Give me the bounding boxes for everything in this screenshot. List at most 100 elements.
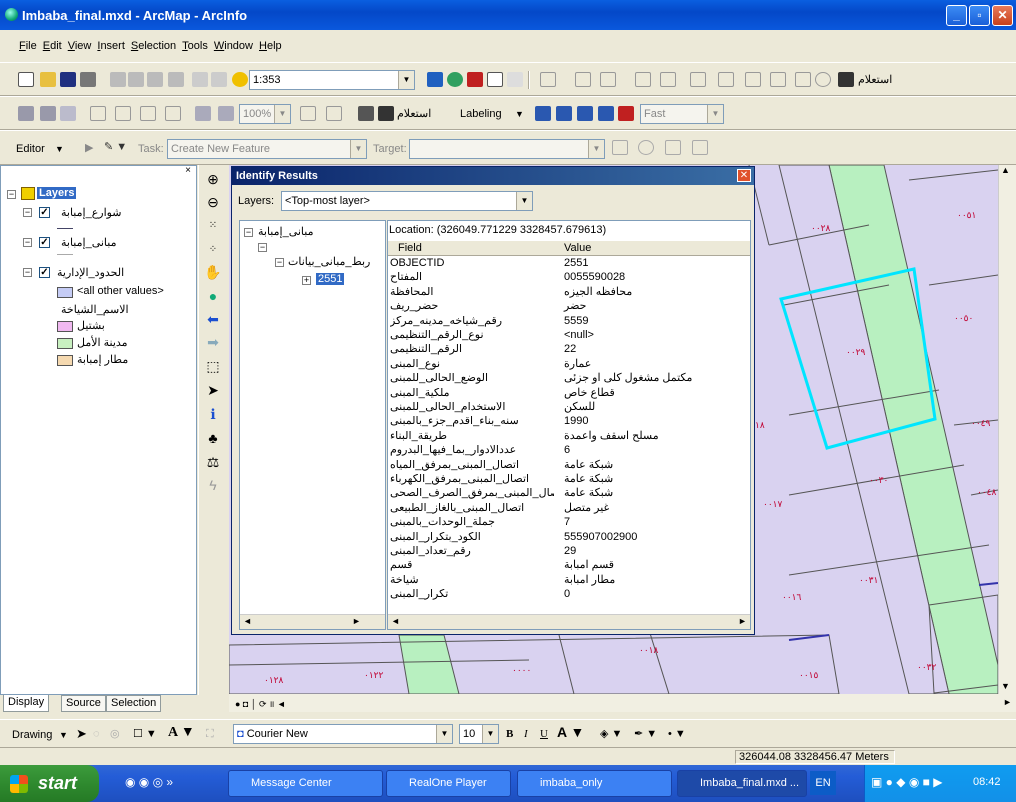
attribute-row[interactable]: شياخة مطار امبابة	[388, 574, 750, 586]
add-data-icon[interactable]	[232, 72, 248, 87]
toc-expander-root[interactable]: −	[7, 190, 16, 199]
tree-expander-join[interactable]: −	[275, 258, 284, 267]
label-weight-icon[interactable]	[577, 106, 593, 121]
menu-view[interactable]: View	[65, 30, 95, 62]
menu-selection[interactable]: Selection	[128, 30, 179, 62]
taskbar-imbaba-only[interactable]: imbaba_only	[517, 770, 672, 797]
target-combo[interactable]: ▼	[409, 139, 605, 159]
split-tool-icon[interactable]	[612, 140, 628, 155]
zoom-out-page-icon[interactable]	[40, 106, 56, 121]
toc-close-icon[interactable]: ×	[179, 165, 197, 177]
label-priority-icon[interactable]	[556, 106, 572, 121]
toggle-draft-icon[interactable]	[300, 106, 316, 121]
paste-icon[interactable]	[147, 72, 163, 87]
rectangle-tool-icon[interactable]: ☐ ▼	[133, 727, 157, 741]
new-text-icon[interactable]: A ▼	[168, 726, 195, 740]
attribute-row[interactable]: الوضع_الحالى_للمبنى مكتمل مشغول كلى او جز…	[388, 373, 750, 384]
menu-tools[interactable]: Tools	[179, 30, 211, 62]
quick-launch-icons[interactable]: ◉ ◉ ◎ »	[125, 775, 173, 789]
copy-icon[interactable]	[128, 72, 144, 87]
vertex-icon[interactable]	[600, 72, 616, 87]
taskbar-realone-player[interactable]: RealOne Player	[386, 770, 511, 797]
dialog-close-icon[interactable]: ✕	[737, 169, 751, 182]
attribute-row[interactable]: رقم_تعداد_المبنى 29	[388, 546, 750, 557]
select-elements-icon[interactable]: ➤	[204, 381, 222, 399]
clip-icon[interactable]	[745, 72, 761, 87]
editor-menu[interactable]: Editor	[16, 142, 45, 156]
query-icon[interactable]	[838, 72, 854, 87]
full-extent-icon[interactable]: ●	[204, 287, 222, 305]
scale-combo[interactable]: 1:353 ▼	[249, 70, 415, 90]
menu-help[interactable]: Help	[256, 30, 285, 62]
merge-icon[interactable]	[690, 72, 706, 87]
attribute-row[interactable]: المفتاح 0055590028	[388, 272, 750, 283]
fill-color-icon[interactable]: ◈ ▼	[600, 727, 622, 741]
back-extent-icon[interactable]: ⬅	[204, 310, 222, 328]
delete-icon[interactable]	[168, 72, 184, 87]
attribute-row[interactable]: الرقم_التنظيمى 22	[388, 344, 750, 355]
topology-icon[interactable]	[540, 72, 556, 87]
bold-button[interactable]: B	[506, 727, 513, 741]
attribute-row[interactable]: عددالادوار_بما_فيها_البدروم 6	[388, 445, 750, 456]
snap-icon[interactable]	[575, 72, 591, 87]
scroll-right-icon[interactable]: ►	[1003, 697, 1012, 707]
layout-icon[interactable]	[358, 106, 374, 121]
open-folder-icon[interactable]	[40, 72, 56, 87]
measure-icon[interactable]: ⚖	[204, 453, 222, 471]
tree-scroll-left-icon[interactable]: ◄	[243, 616, 252, 626]
reshape-icon[interactable]	[635, 72, 651, 87]
font-size-combo[interactable]: 10 ▼	[459, 724, 499, 744]
grid-scroll-left-icon[interactable]: ◄	[391, 616, 400, 626]
attribute-row[interactable]: OBJECTID 2551	[388, 258, 750, 269]
split-icon[interactable]	[660, 72, 676, 87]
toc-expander-boundaries[interactable]: −	[23, 268, 32, 277]
arctoolbox-icon[interactable]	[467, 72, 483, 87]
checkbox-streets[interactable]: ✓	[39, 207, 50, 218]
lock-labels-icon[interactable]	[598, 106, 614, 121]
value-column-header[interactable]: Value	[564, 242, 591, 254]
layers-combo[interactable]: <Top-most layer> ▼	[281, 191, 533, 211]
pause-labeling-icon[interactable]	[618, 106, 634, 121]
toc-layer-buildings[interactable]: مبانى_إمبابة	[61, 236, 117, 249]
toc-layer-streets[interactable]: شوارع_إمبابة	[61, 206, 122, 219]
scroll-up-icon[interactable]: ▲	[1001, 165, 1010, 175]
previous-extent-icon[interactable]	[195, 106, 211, 121]
title-bar[interactable]: Imbaba_final.mxd - ArcMap - ArcInfo _ ▫ …	[0, 0, 1016, 30]
fixed-zoom-out-icon[interactable]	[165, 106, 181, 121]
pan-page-icon[interactable]	[60, 106, 76, 121]
labeling-menu[interactable]: Labeling	[460, 107, 502, 121]
find-icon[interactable]: ♣	[204, 429, 222, 447]
attribute-row[interactable]: الاستخدام_الحالى_للمبنى للسكن	[388, 402, 750, 413]
line-color-icon[interactable]: ✒ ▼	[634, 727, 657, 741]
buffer-icon[interactable]	[770, 72, 786, 87]
undo-icon[interactable]	[192, 72, 208, 87]
attribute-row[interactable]: اتصال_المبنى_بمرفق_الكهرباء شبكة عامة	[388, 474, 750, 485]
print-icon[interactable]	[80, 72, 96, 87]
rotate-icon[interactable]: ◌	[93, 727, 100, 741]
cut-icon[interactable]	[110, 72, 126, 87]
tree-expander-feature[interactable]: +	[302, 276, 311, 285]
tab-display[interactable]: Display	[3, 695, 50, 712]
identify-icon[interactable]: ℹ	[204, 405, 222, 423]
edit-vertices-icon[interactable]: ⛶	[206, 727, 214, 741]
menu-file[interactable]: File	[16, 30, 40, 62]
attribute-row[interactable]: قسم قسم امبابة	[388, 560, 750, 571]
zoom-in-page-icon[interactable]	[18, 106, 34, 121]
whats-this-icon[interactable]	[507, 72, 523, 87]
language-indicator[interactable]: EN	[810, 771, 836, 795]
select-elements-icon[interactable]: ➤	[76, 727, 87, 741]
editor-toolbar-icon[interactable]	[427, 72, 443, 87]
fixed-zoom-out-tool-icon[interactable]: ⁘	[204, 241, 222, 259]
attribute-row[interactable]: رقم_شياخه_مدينه_مركز 5559	[388, 315, 750, 327]
focus-frame-icon[interactable]	[326, 106, 342, 121]
rectangle-icon[interactable]	[795, 72, 811, 87]
union-icon[interactable]	[718, 72, 734, 87]
command-line-icon[interactable]	[487, 72, 503, 87]
font-combo[interactable]: ◘ Courier New ▼	[233, 724, 453, 744]
toc-layers-root[interactable]: Layers	[37, 187, 77, 199]
estilam-label-2[interactable]: استعلام	[397, 107, 431, 121]
drawing-menu[interactable]: Drawing	[12, 728, 52, 742]
zoom-whole-page-icon[interactable]	[90, 106, 106, 121]
attribute-row[interactable]: تكرار_المبنى 0	[388, 589, 750, 600]
new-document-icon[interactable]	[18, 72, 34, 87]
